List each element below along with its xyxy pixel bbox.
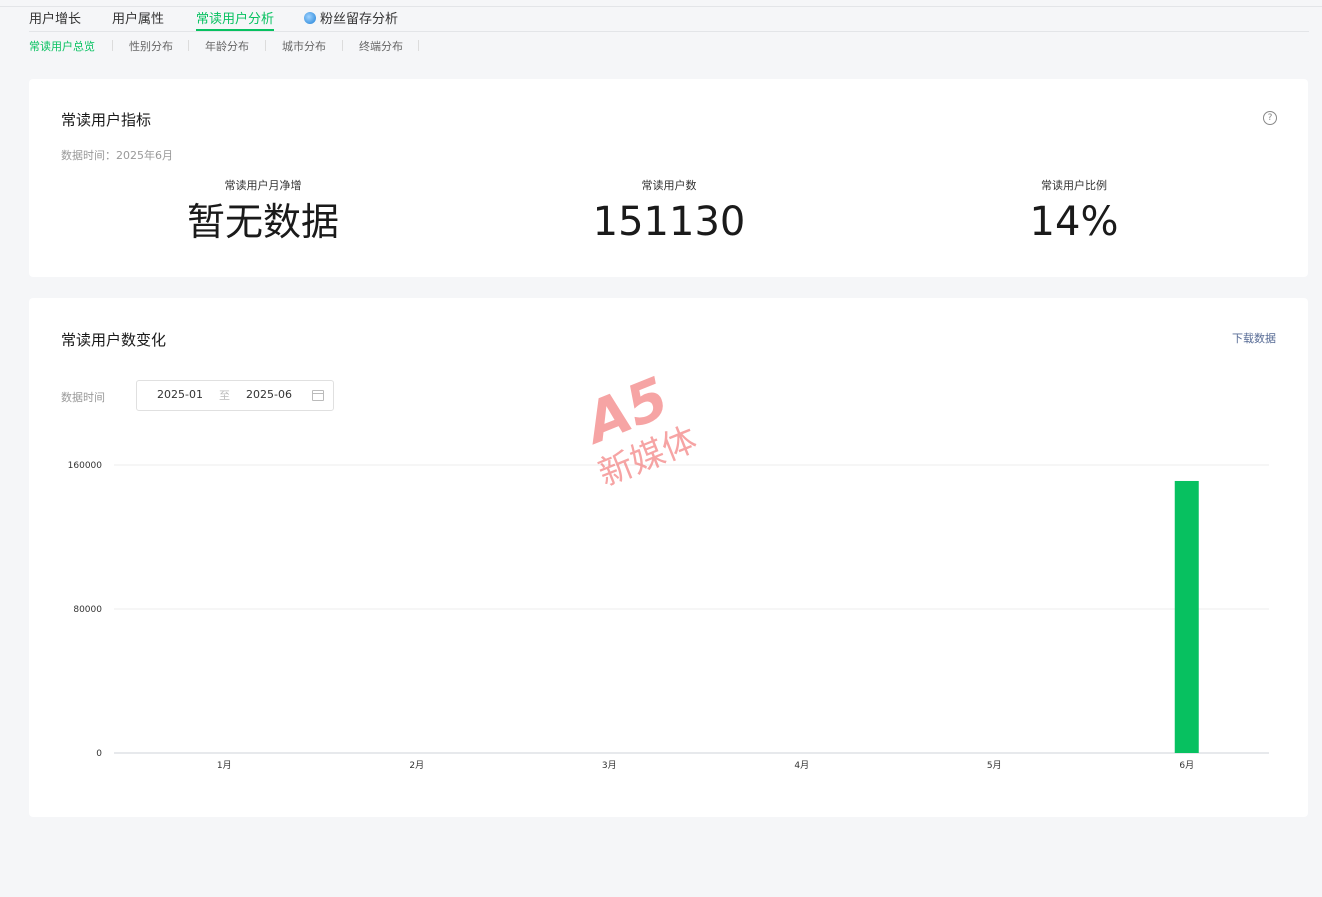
y-tick-label: 160000 bbox=[68, 461, 103, 471]
subtab-age[interactable]: 年龄分布 bbox=[205, 38, 249, 54]
indicators-card: 常读用户指标 ? 数据时间：2025年6月 常读用户月净增 暂无数据 常读用户数… bbox=[29, 79, 1308, 277]
y-tick-label: 80000 bbox=[73, 605, 102, 615]
subtab-device[interactable]: 终端分布 bbox=[359, 38, 403, 54]
main-tabs: 用户增长 用户属性 常读用户分析 粉丝留存分析 bbox=[29, 7, 1309, 32]
calendar-icon[interactable] bbox=[312, 390, 324, 401]
indicators-data-time: 数据时间：2025年6月 bbox=[61, 149, 173, 162]
trend-title: 常读用户数变化 bbox=[61, 331, 167, 349]
range-separator: 至 bbox=[219, 389, 230, 402]
metric-monthly-net-growth: 常读用户月净增 暂无数据 bbox=[133, 178, 393, 246]
range-start[interactable]: 2025-01 bbox=[157, 388, 203, 401]
metric-label: 常读用户数 bbox=[641, 179, 697, 192]
x-tick-label: 2月 bbox=[409, 760, 424, 771]
metric-frequent-ratio: 常读用户比例 14% bbox=[944, 178, 1204, 246]
subtab-overview[interactable]: 常读用户总览 bbox=[29, 38, 95, 54]
y-tick-label: 0 bbox=[96, 749, 102, 759]
x-tick-label: 1月 bbox=[217, 760, 232, 771]
metric-label: 常读用户比例 bbox=[1041, 179, 1107, 192]
metric-value: 14% bbox=[1029, 199, 1119, 245]
subtab-divider bbox=[265, 40, 266, 51]
tab-fan-retention[interactable]: 粉丝留存分析 bbox=[304, 8, 398, 27]
chart-bar bbox=[1174, 480, 1199, 753]
tab-frequent-readers[interactable]: 常读用户分析 bbox=[196, 8, 275, 31]
metric-value: 暂无数据 bbox=[186, 200, 339, 244]
indicators-title: 常读用户指标 bbox=[61, 111, 152, 129]
x-tick-label: 4月 bbox=[794, 760, 809, 771]
date-range-label: 数据时间 bbox=[61, 391, 105, 404]
subtab-divider bbox=[418, 40, 419, 51]
subtab-gender[interactable]: 性别分布 bbox=[129, 38, 173, 54]
x-tick-label: 3月 bbox=[602, 760, 617, 771]
subtab-divider bbox=[342, 40, 343, 51]
metric-frequent-readers: 常读用户数 151130 bbox=[539, 178, 799, 246]
frequent-readers-bar-chart: 0 80000 160000 1月 2月 3月 4月 5月 6月 bbox=[68, 461, 1269, 771]
x-tick-label: 6月 bbox=[1179, 760, 1194, 771]
x-tick-label: 5月 bbox=[987, 760, 1002, 771]
download-data-link[interactable]: 下载数据 bbox=[1232, 330, 1276, 346]
trend-card: 常读用户数变化 下载数据 数据时间 2025-01 至 2025-06 0 800… bbox=[29, 298, 1308, 817]
tab-user-attributes[interactable]: 用户属性 bbox=[112, 8, 164, 27]
tab-user-growth[interactable]: 用户增长 bbox=[29, 8, 81, 27]
help-icon[interactable]: ? bbox=[1263, 111, 1277, 125]
tab-fan-retention-label: 粉丝留存分析 bbox=[320, 12, 399, 27]
date-range-picker[interactable]: 2025-01 至 2025-06 bbox=[136, 380, 334, 411]
range-end[interactable]: 2025-06 bbox=[246, 388, 292, 401]
subtab-city[interactable]: 城市分布 bbox=[282, 38, 326, 54]
subtab-divider bbox=[188, 40, 189, 51]
fan-retention-icon bbox=[304, 12, 316, 24]
metric-value: 151130 bbox=[592, 199, 746, 245]
metric-label: 常读用户月净增 bbox=[224, 179, 302, 192]
subtab-divider bbox=[112, 40, 113, 51]
